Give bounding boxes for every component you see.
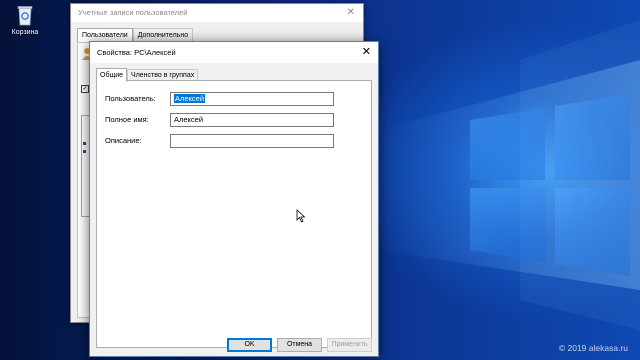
watermark: © 2019 alekasa.ru [558,343,628,353]
apply-button[interactable]: Применить [327,338,372,352]
recycle-bin-icon [15,4,35,26]
tab-strip: Пользователи Дополнительно [77,28,194,42]
description-field[interactable] [170,134,334,148]
cancel-button[interactable]: Отмена [277,338,322,352]
dialog-titlebar[interactable]: Свойства: PC\Алексей ✕ [90,42,378,63]
close-icon[interactable]: ✕ [347,4,355,22]
checkbox[interactable]: ✓ [81,85,89,93]
mouse-cursor-icon [296,209,306,223]
username-label: Пользователь: [105,94,156,103]
dialog-title: Свойства: PC\Алексей [97,48,176,57]
general-tab-pane: Пользователь: Алексей Полное имя: Алексе… [96,80,372,348]
recycle-bin-shortcut[interactable]: Корзина [3,4,47,36]
fullname-field[interactable]: Алексей [170,113,334,127]
recycle-bin-label: Корзина [11,29,39,36]
username-field[interactable]: Алексей [170,92,334,106]
close-icon[interactable]: ✕ [362,42,371,63]
window-title: Учетные записи пользователей [78,8,188,17]
username-value: Алексей [174,94,206,103]
dialog-buttons: OK Отмена Применить [90,338,378,352]
tab-general[interactable]: Общие [96,68,128,82]
window-titlebar[interactable]: Учетные записи пользователей ✕ [71,4,363,22]
description-label: Описание: [105,136,142,145]
tab-advanced[interactable]: Дополнительно [132,28,194,42]
tab-users[interactable]: Пользователи [77,28,133,42]
ok-button[interactable]: OK [227,338,272,352]
user-properties-dialog: Свойства: PC\Алексей ✕ Общие Членство в г… [89,41,379,357]
fullname-label: Полное имя: [105,115,149,124]
